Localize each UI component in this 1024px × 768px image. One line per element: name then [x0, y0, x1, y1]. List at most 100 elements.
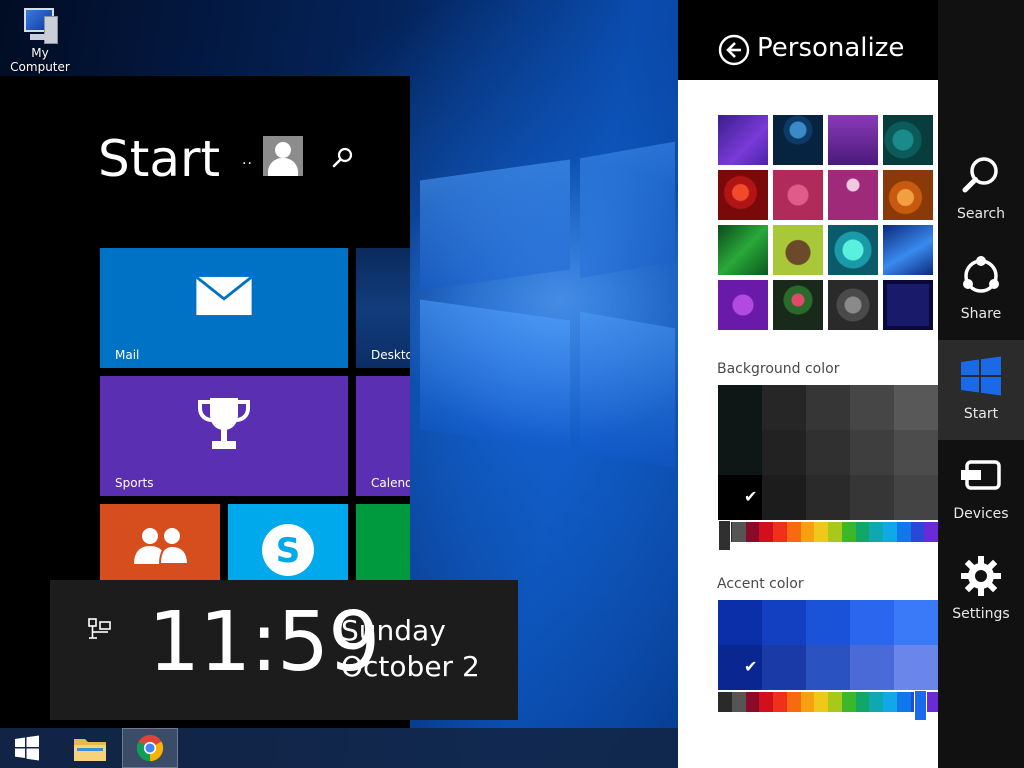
search-icon: [962, 157, 998, 193]
background-swatch[interactable]: [718, 385, 762, 475]
taskbar-file-explorer[interactable]: [62, 728, 118, 768]
people-icon: [134, 528, 190, 565]
pattern-swatch[interactable]: [828, 115, 878, 165]
pattern-swatch[interactable]: [883, 170, 933, 220]
selected-check-icon: ✔: [744, 657, 758, 676]
charm-share[interactable]: Share: [938, 240, 1024, 340]
charm-devices[interactable]: Devices: [938, 440, 1024, 540]
background-swatch[interactable]: [894, 385, 938, 430]
pattern-swatch[interactable]: [718, 225, 768, 275]
pattern-swatch[interactable]: [883, 115, 933, 165]
network-icon: [88, 618, 111, 639]
accent-swatch[interactable]: [806, 600, 850, 645]
accent-swatch[interactable]: [762, 645, 806, 690]
mail-icon: [195, 276, 253, 316]
background-color-label: Background color: [717, 361, 840, 377]
charm-share-label: Share: [960, 306, 1002, 322]
accent-slider-handle[interactable]: [914, 690, 927, 721]
background-hue-slider[interactable]: [718, 522, 938, 542]
pattern-swatch[interactable]: [883, 225, 933, 275]
pattern-swatch[interactable]: [828, 280, 878, 330]
chrome-icon: [136, 734, 164, 762]
wallpaper-window-pane: [580, 311, 675, 469]
search-icon[interactable]: [331, 146, 355, 170]
pattern-swatch[interactable]: [718, 170, 768, 220]
accent-color-label: Accent color: [717, 576, 804, 592]
accent-swatch[interactable]: [850, 600, 894, 645]
accent-swatch-selected[interactable]: ✔: [718, 645, 762, 690]
back-arrow-icon[interactable]: [718, 34, 750, 66]
personalize-header: Personalize: [678, 0, 938, 80]
background-swatch[interactable]: [894, 475, 938, 520]
wallpaper-window-pane: [420, 159, 570, 291]
background-swatch[interactable]: [806, 385, 850, 430]
charm-settings-label: Settings: [952, 606, 1010, 622]
pattern-swatch[interactable]: [828, 170, 878, 220]
background-swatch[interactable]: [806, 475, 850, 520]
pattern-swatch[interactable]: [773, 225, 823, 275]
tile-store[interactable]: [356, 504, 410, 584]
charm-search[interactable]: Search: [938, 140, 1024, 240]
pattern-swatch[interactable]: [828, 225, 878, 275]
charm-start[interactable]: Start: [938, 340, 1024, 440]
tile-desktop[interactable]: Desktop: [356, 248, 410, 368]
background-swatch[interactable]: [850, 385, 894, 430]
background-swatch[interactable]: [850, 475, 894, 520]
pattern-swatch[interactable]: [773, 170, 823, 220]
background-swatch[interactable]: [850, 430, 894, 475]
tile-mail[interactable]: Mail: [100, 248, 348, 368]
background-swatch[interactable]: [894, 430, 938, 475]
svg-text:S: S: [276, 531, 301, 571]
taskbar-start-button[interactable]: [0, 728, 54, 768]
background-swatch[interactable]: [762, 475, 806, 520]
charm-settings[interactable]: Settings: [938, 540, 1024, 640]
tile-sports-label: Sports: [115, 476, 154, 490]
background-swatch[interactable]: [762, 385, 806, 430]
windows-logo-icon: [15, 735, 39, 761]
devices-icon: [961, 460, 1001, 490]
accent-hue-slider[interactable]: [718, 692, 938, 712]
accent-swatch[interactable]: [718, 600, 762, 645]
charms-bar: Search Share Start Devices Settings: [938, 0, 1024, 768]
tile-sports[interactable]: Sports: [100, 376, 348, 496]
share-icon: [963, 256, 999, 293]
start-pattern-grid: [718, 115, 934, 331]
background-color-swatches: ✔: [718, 385, 938, 520]
pattern-swatch[interactable]: [773, 115, 823, 165]
accent-swatch[interactable]: [850, 645, 894, 690]
folder-icon: [74, 739, 106, 761]
my-computer-desktop-icon[interactable]: My Computer: [0, 6, 80, 74]
personalize-title: Personalize: [757, 33, 905, 63]
pattern-swatch[interactable]: [718, 280, 768, 330]
tile-desktop-label: Desktop: [371, 348, 410, 362]
wallpaper-window-pane: [580, 141, 675, 279]
accent-swatch[interactable]: [806, 645, 850, 690]
pattern-swatch-selected[interactable]: [883, 280, 933, 330]
clock-day: Sunday: [341, 614, 446, 647]
tile-mail-label: Mail: [115, 348, 140, 362]
accent-swatch[interactable]: [894, 645, 938, 690]
user-name-dots: ..: [242, 152, 253, 168]
tile-calendar[interactable]: Calendar: [356, 376, 410, 496]
pattern-swatch[interactable]: [773, 280, 823, 330]
selected-check-icon: ✔: [744, 487, 758, 506]
taskbar: [0, 728, 678, 768]
taskbar-chrome[interactable]: [122, 728, 178, 768]
background-swatch-selected[interactable]: ✔: [718, 475, 762, 520]
background-swatch[interactable]: [806, 430, 850, 475]
accent-swatch[interactable]: [894, 600, 938, 645]
computer-icon: [18, 6, 62, 46]
pattern-swatch[interactable]: [718, 115, 768, 165]
start-title: Start: [98, 130, 221, 188]
background-slider-handle[interactable]: [718, 520, 731, 551]
gear-icon: [961, 556, 1001, 596]
clock-date: October 2: [341, 650, 480, 683]
tile-skype[interactable]: S: [228, 504, 348, 584]
user-avatar[interactable]: [263, 136, 303, 176]
my-computer-label: My Computer: [10, 46, 70, 74]
lock-clock-panel: 11:59 Sunday October 2: [50, 580, 518, 720]
charm-search-label: Search: [956, 206, 1006, 222]
background-swatch[interactable]: [762, 430, 806, 475]
tile-people[interactable]: [100, 504, 220, 584]
accent-swatch[interactable]: [762, 600, 806, 645]
